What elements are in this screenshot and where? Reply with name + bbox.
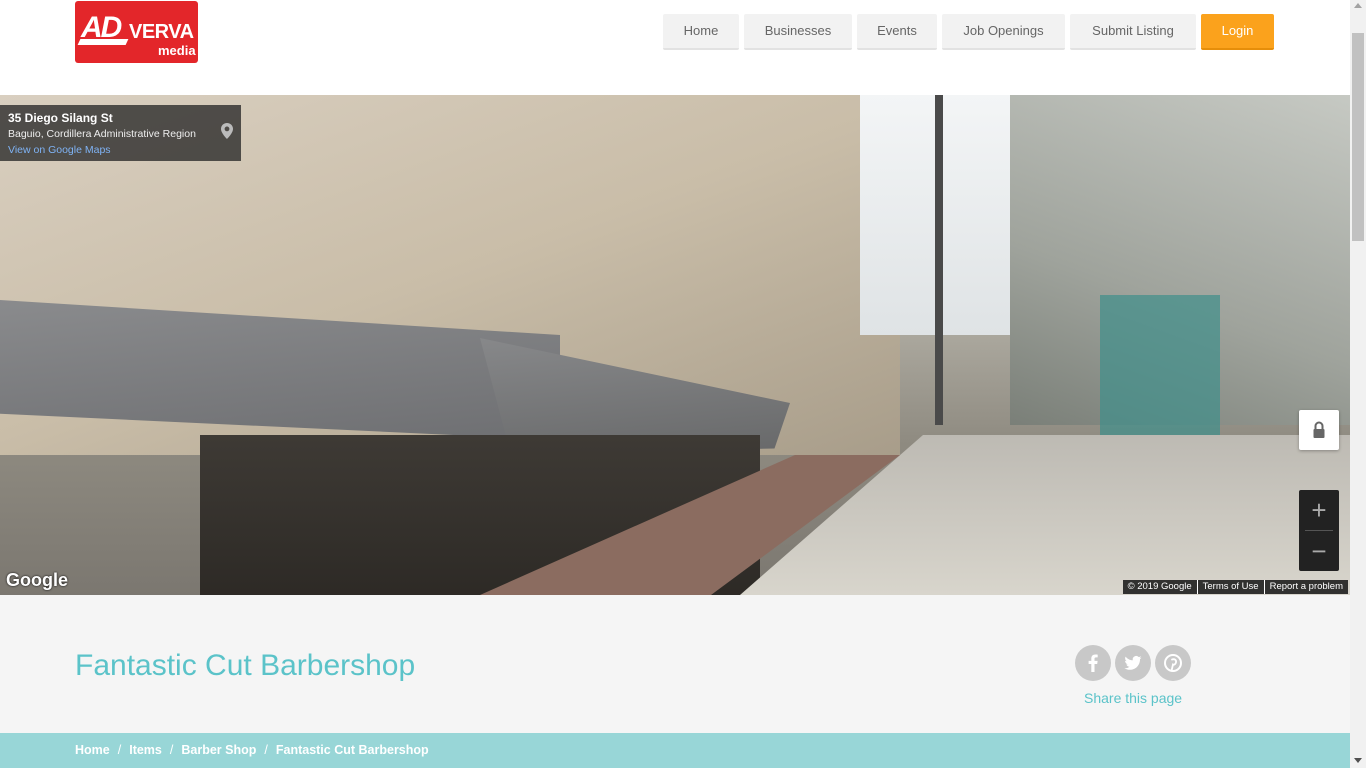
breadcrumb-items-link[interactable]: Items (129, 743, 162, 757)
breadcrumb-current: Fantastic Cut Barbershop (275, 743, 429, 757)
pinterest-share-button[interactable] (1155, 645, 1191, 681)
breadcrumb-items: Home / Items / Barber Shop / Fantastic C… (75, 743, 429, 757)
address-subtitle: Baguio, Cordillera Administrative Region (8, 128, 196, 140)
logo-verva-text: VERVA (129, 21, 194, 43)
sv-teal-storefront (1100, 295, 1220, 455)
report-problem-link[interactable]: Report a problem (1263, 580, 1348, 594)
nav-home[interactable]: Home (663, 14, 739, 50)
zoom-control: + − (1299, 490, 1339, 571)
view-on-google-maps-link[interactable]: View on Google Maps (8, 144, 111, 156)
breadcrumb-home[interactable]: Home (75, 743, 110, 757)
scroll-thumb[interactable] (1352, 33, 1364, 241)
nav-businesses[interactable]: Businesses (744, 14, 852, 50)
twitter-share-button[interactable] (1115, 645, 1151, 681)
twitter-icon (1124, 655, 1142, 670)
lock-icon (1313, 421, 1325, 438)
scroll-down-arrow-icon[interactable] (1354, 758, 1362, 763)
breadcrumb: Home / Items / Barber Shop / Fantastic C… (0, 733, 1350, 768)
login-button[interactable]: Login (1201, 14, 1274, 50)
facebook-share-button[interactable] (1075, 645, 1111, 681)
scroll-up-arrow-icon[interactable] (1354, 3, 1362, 8)
terms-of-use-link[interactable]: Terms of Use (1196, 580, 1264, 594)
map-pin-icon[interactable] (221, 123, 233, 139)
site-header: AD VERVA media Home Businesses Events Jo… (0, 0, 1350, 95)
zoom-in-button[interactable]: + (1299, 490, 1339, 530)
zoom-out-button[interactable]: − (1299, 531, 1339, 571)
pinterest-icon (1164, 654, 1182, 672)
logo-ad-text: AD (81, 11, 122, 44)
breadcrumb-barber-shop[interactable]: Barber Shop (181, 743, 256, 757)
nav-job-openings[interactable]: Job Openings (942, 14, 1065, 50)
lock-button[interactable] (1299, 410, 1339, 450)
share-this-page-label[interactable]: Share this page (1084, 690, 1182, 706)
facebook-icon (1088, 654, 1098, 672)
address-title: 35 Diego Silang St (8, 111, 113, 125)
sv-utility-pole (935, 95, 943, 425)
page-scrollbar[interactable] (1350, 0, 1366, 768)
adverva-logo[interactable]: AD VERVA media (75, 1, 198, 63)
nav-events[interactable]: Events (857, 14, 937, 50)
logo-media-text: media (158, 43, 196, 58)
address-card: 35 Diego Silang St Baguio, Cordillera Ad… (0, 105, 241, 161)
street-view-panorama[interactable]: 35 Diego Silang St Baguio, Cordillera Ad… (0, 95, 1350, 595)
google-logo: Google (6, 570, 68, 590)
map-footer: © 2019 Google Terms of Use Report a prob… (1122, 580, 1348, 594)
breadcrumb-separator: / (117, 743, 122, 757)
breadcrumb-separator: / (264, 743, 268, 757)
copyright-text: © 2019 Google (1122, 580, 1197, 594)
breadcrumb-separator: / (169, 743, 174, 757)
nav-submit-listing[interactable]: Submit Listing (1070, 14, 1196, 50)
page-title: Fantastic Cut Barbershop (75, 649, 416, 682)
